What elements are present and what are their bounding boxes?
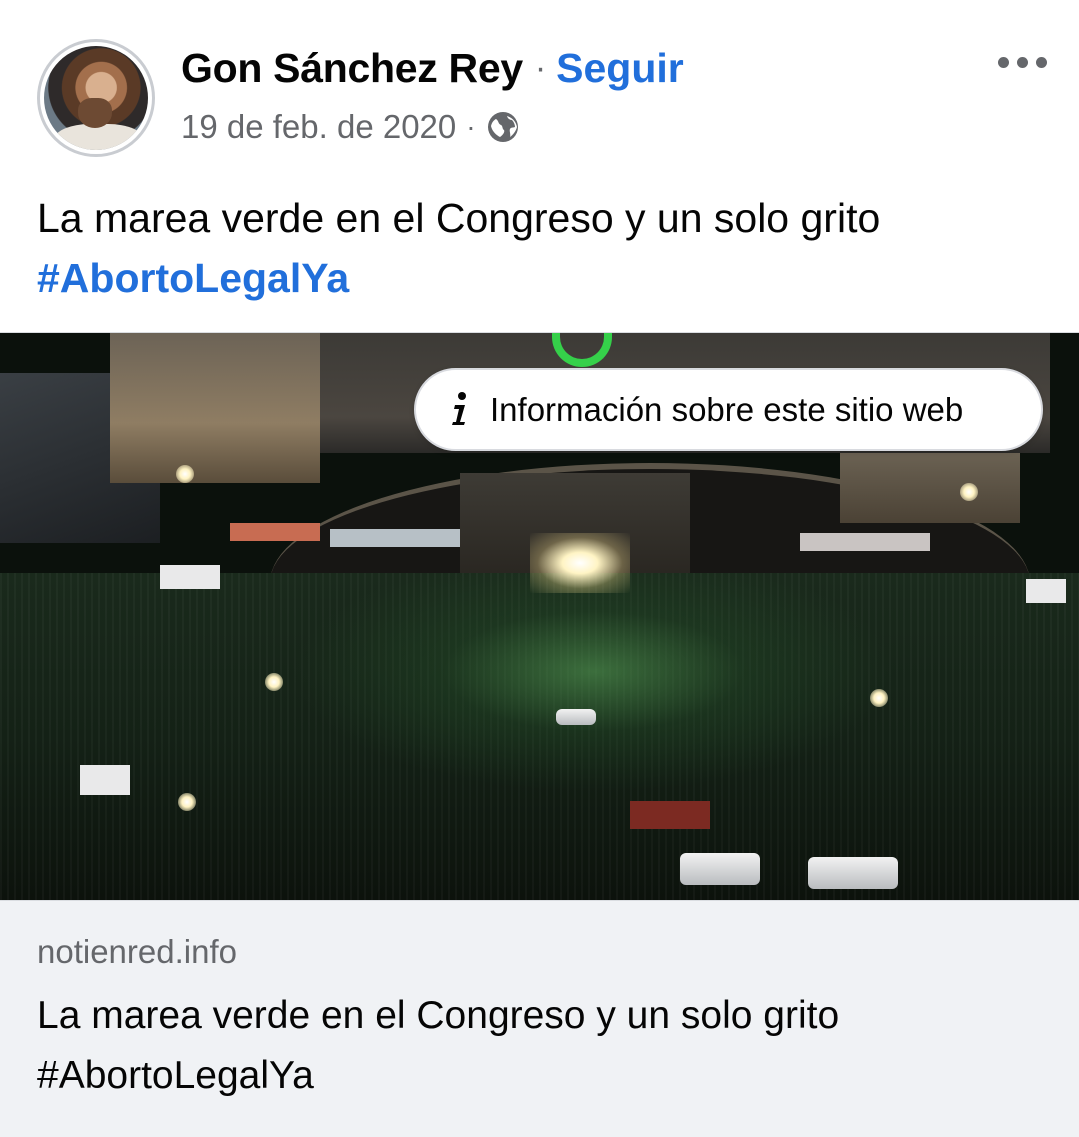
more-options-icon[interactable] [986, 44, 1058, 80]
meta-separator: · [466, 111, 476, 142]
profile-photo [44, 46, 148, 150]
post-body: La marea verde en el Congreso y un solo … [37, 188, 1047, 308]
link-title[interactable]: La marea verde en el Congreso y un solo … [37, 986, 1047, 1106]
facebook-post: Gon Sánchez Rey · Seguir 19 de feb. de 2… [0, 0, 1079, 1137]
globe-icon [486, 110, 520, 144]
author-name[interactable]: Gon Sánchez Rey [181, 45, 523, 92]
header-separator: · [534, 48, 547, 87]
post-header: Gon Sánchez Rey · Seguir [181, 40, 684, 96]
link-title-line1: La marea verde en el Congreso y un solo … [37, 994, 840, 1037]
site-info-label: Información sobre este sitio web [490, 390, 964, 428]
post-date[interactable]: 19 de feb. de 2020 [181, 108, 456, 146]
follow-button[interactable]: Seguir [556, 45, 684, 92]
info-icon [446, 390, 474, 430]
avatar[interactable] [37, 39, 155, 157]
hashtag-link[interactable]: #AbortoLegalYa [37, 248, 1047, 308]
link-title-line2: #AbortoLegalYa [37, 1054, 314, 1097]
post-text: La marea verde en el Congreso y un solo … [37, 195, 881, 241]
link-domain: notienred.info [37, 933, 237, 970]
site-info-button[interactable]: Información sobre este sitio web [414, 368, 1043, 451]
post-meta: 19 de feb. de 2020 · [181, 104, 520, 150]
